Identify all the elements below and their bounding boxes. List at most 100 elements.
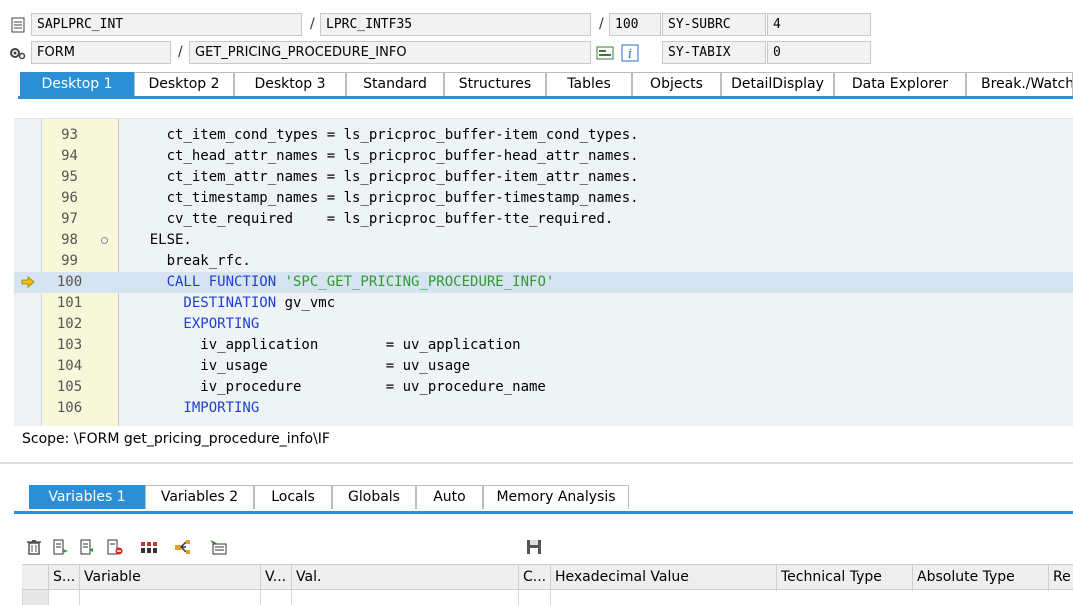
include-field[interactable]: LPRC_INTF35	[320, 13, 591, 36]
import-row-icon[interactable]	[78, 537, 98, 557]
code-token: ELSE.	[116, 232, 192, 248]
grid-cell[interactable]	[79, 590, 260, 605]
scope-label: Scope: \FORM get_pricing_procedure_info\…	[22, 431, 330, 447]
grid-row[interactable]	[22, 590, 1073, 605]
code-line[interactable]: 94 ct_head_attr_names = ls_pricproc_buff…	[14, 146, 1073, 167]
tab-data-explorer[interactable]: Data Explorer	[834, 72, 966, 96]
code-token: iv_procedure = uv_procedure_name	[116, 379, 546, 395]
event-name-field[interactable]: GET_PRICING_PROCEDURE_INFO	[189, 41, 591, 64]
line-number: 96	[61, 190, 78, 206]
code-token: cv_tte_required = ls_pricproc_buffer-tte…	[116, 211, 614, 227]
separator-slash: /	[599, 16, 604, 32]
tab-auto[interactable]: Auto	[416, 485, 483, 509]
separator-slash: /	[178, 44, 183, 60]
navigate-source-icon[interactable]	[595, 43, 615, 63]
navigate-icon[interactable]	[173, 537, 193, 557]
save-icon[interactable]	[524, 537, 544, 557]
trash-icon[interactable]	[24, 537, 44, 557]
tab-desktop-3[interactable]: Desktop 3	[234, 72, 346, 96]
tab-standard[interactable]: Standard	[346, 72, 444, 96]
keyword-token: EXPORTING	[116, 316, 260, 332]
column-hexadecimal-value[interactable]: Hexadecimal Value	[550, 565, 776, 591]
code-line[interactable]: 96 ct_timestamp_names = ls_pricproc_buff…	[14, 188, 1073, 209]
code-editor[interactable]: 93 ct_item_cond_types = ls_pricproc_buff…	[14, 118, 1073, 426]
variables-tabbar: Variables 1 Variables 2 Locals Globals A…	[0, 484, 1073, 510]
sysvar-label-field-2[interactable]: SY-TABIX	[662, 41, 766, 64]
code-line[interactable]: 103 iv_application = uv_application	[14, 335, 1073, 356]
code-line[interactable]: 99 break_rfc.	[14, 251, 1073, 272]
code-token: ct_head_attr_names = ls_pricproc_buffer-…	[116, 148, 639, 164]
code-text: CALL FUNCTION 'SPC_GET_PRICING_PROCEDURE…	[116, 272, 555, 293]
code-line[interactable]: 98 ELSE.	[14, 230, 1073, 251]
tab-variables-2[interactable]: Variables 2	[145, 485, 254, 509]
columns-icon[interactable]	[139, 537, 159, 557]
code-line[interactable]: 101 DESTINATION gv_vmc	[14, 293, 1073, 314]
event-type-field[interactable]: FORM	[31, 41, 171, 64]
line-number: 101	[56, 295, 83, 311]
sysvar-value-field-2[interactable]: 0	[767, 41, 871, 64]
column-v[interactable]: V...	[260, 565, 291, 591]
code-text: ELSE.	[116, 230, 192, 251]
variables-grid[interactable]: S... Variable V... Val. C... Hexadecimal…	[22, 564, 1073, 605]
fold-marker-icon[interactable]	[101, 237, 108, 244]
column-variable[interactable]: Variable	[79, 565, 260, 591]
column-c[interactable]: C...	[518, 565, 550, 591]
gear-icon	[7, 43, 27, 63]
keyword-token: IMPORTING	[116, 400, 260, 416]
delete-row-icon[interactable]	[105, 537, 125, 557]
code-token: iv_application = uv_application	[116, 337, 521, 353]
code-line[interactable]: 95 ct_item_attr_names = ls_pricproc_buff…	[14, 167, 1073, 188]
desktop-tabbar: Desktop 1 Desktop 2 Desktop 3 Standard S…	[0, 71, 1073, 99]
current-line-arrow-icon	[21, 276, 35, 288]
grid-cell	[22, 590, 48, 605]
header-row-event: FORM / GET_PRICING_PROCEDURE_INFO i SY-T…	[0, 40, 1073, 66]
keyword-token: CALL FUNCTION	[116, 274, 285, 290]
grid-cell[interactable]	[518, 590, 550, 605]
export-icon[interactable]	[208, 537, 228, 557]
program-field[interactable]: SAPLPRC_INT	[31, 13, 302, 36]
code-line[interactable]: 106 IMPORTING	[14, 398, 1073, 419]
column-absolute-type[interactable]: Absolute Type	[912, 565, 1048, 591]
tab-desktop-2[interactable]: Desktop 2	[134, 72, 234, 96]
tab-locals[interactable]: Locals	[254, 485, 332, 509]
line-number: 97	[61, 211, 78, 227]
tab-objects[interactable]: Objects	[632, 72, 721, 96]
pane-splitter[interactable]	[0, 462, 1073, 464]
tab-tables[interactable]: Tables	[546, 72, 632, 96]
sysvar-label-field[interactable]: SY-SUBRC	[662, 13, 766, 36]
column-re[interactable]: Re	[1048, 565, 1073, 591]
line-number: 102	[56, 316, 83, 332]
sysvar-value-field[interactable]: 4	[767, 13, 871, 36]
tab-globals[interactable]: Globals	[332, 485, 416, 509]
code-token: ct_timestamp_names = ls_pricproc_buffer-…	[116, 190, 639, 206]
keyword-token: DESTINATION	[116, 295, 285, 311]
code-line[interactable]: 104 iv_usage = uv_usage	[14, 356, 1073, 377]
grid-cell[interactable]	[550, 590, 776, 605]
tab-detail-display[interactable]: DetailDisplay	[721, 72, 834, 96]
code-line[interactable]: 105 iv_procedure = uv_procedure_name	[14, 377, 1073, 398]
tab-structures[interactable]: Structures	[444, 72, 546, 96]
code-text: ct_item_cond_types = ls_pricproc_buffer-…	[116, 125, 639, 146]
grid-cell[interactable]	[48, 590, 79, 605]
tab-variables-1[interactable]: Variables 1	[29, 485, 145, 509]
tab-breakpoints-watchpoints[interactable]: Break./Watchpoints	[966, 72, 1073, 96]
tab-desktop-1[interactable]: Desktop 1	[20, 72, 134, 96]
grid-cell[interactable]	[260, 590, 291, 605]
grid-cell[interactable]	[291, 590, 518, 605]
code-token: ct_item_cond_types = ls_pricproc_buffer-…	[116, 127, 639, 143]
info-icon[interactable]: i	[620, 43, 640, 63]
column-technical-type[interactable]: Technical Type	[776, 565, 912, 591]
insert-row-icon[interactable]	[51, 537, 71, 557]
document-icon	[8, 15, 28, 35]
code-line[interactable]: 93 ct_item_cond_types = ls_pricproc_buff…	[14, 125, 1073, 146]
column-value[interactable]: Val.	[291, 565, 518, 591]
code-token: break_rfc.	[116, 253, 251, 269]
code-text: iv_application = uv_application	[116, 335, 521, 356]
code-line[interactable]: 100 CALL FUNCTION 'SPC_GET_PRICING_PROCE…	[14, 272, 1073, 293]
variables-toolbar	[24, 537, 624, 559]
code-line[interactable]: 97 cv_tte_required = ls_pricproc_buffer-…	[14, 209, 1073, 230]
tab-memory-analysis[interactable]: Memory Analysis	[483, 485, 629, 509]
column-status[interactable]: S...	[48, 565, 79, 591]
code-line[interactable]: 102 EXPORTING	[14, 314, 1073, 335]
line-number-field[interactable]: 100	[609, 13, 661, 36]
